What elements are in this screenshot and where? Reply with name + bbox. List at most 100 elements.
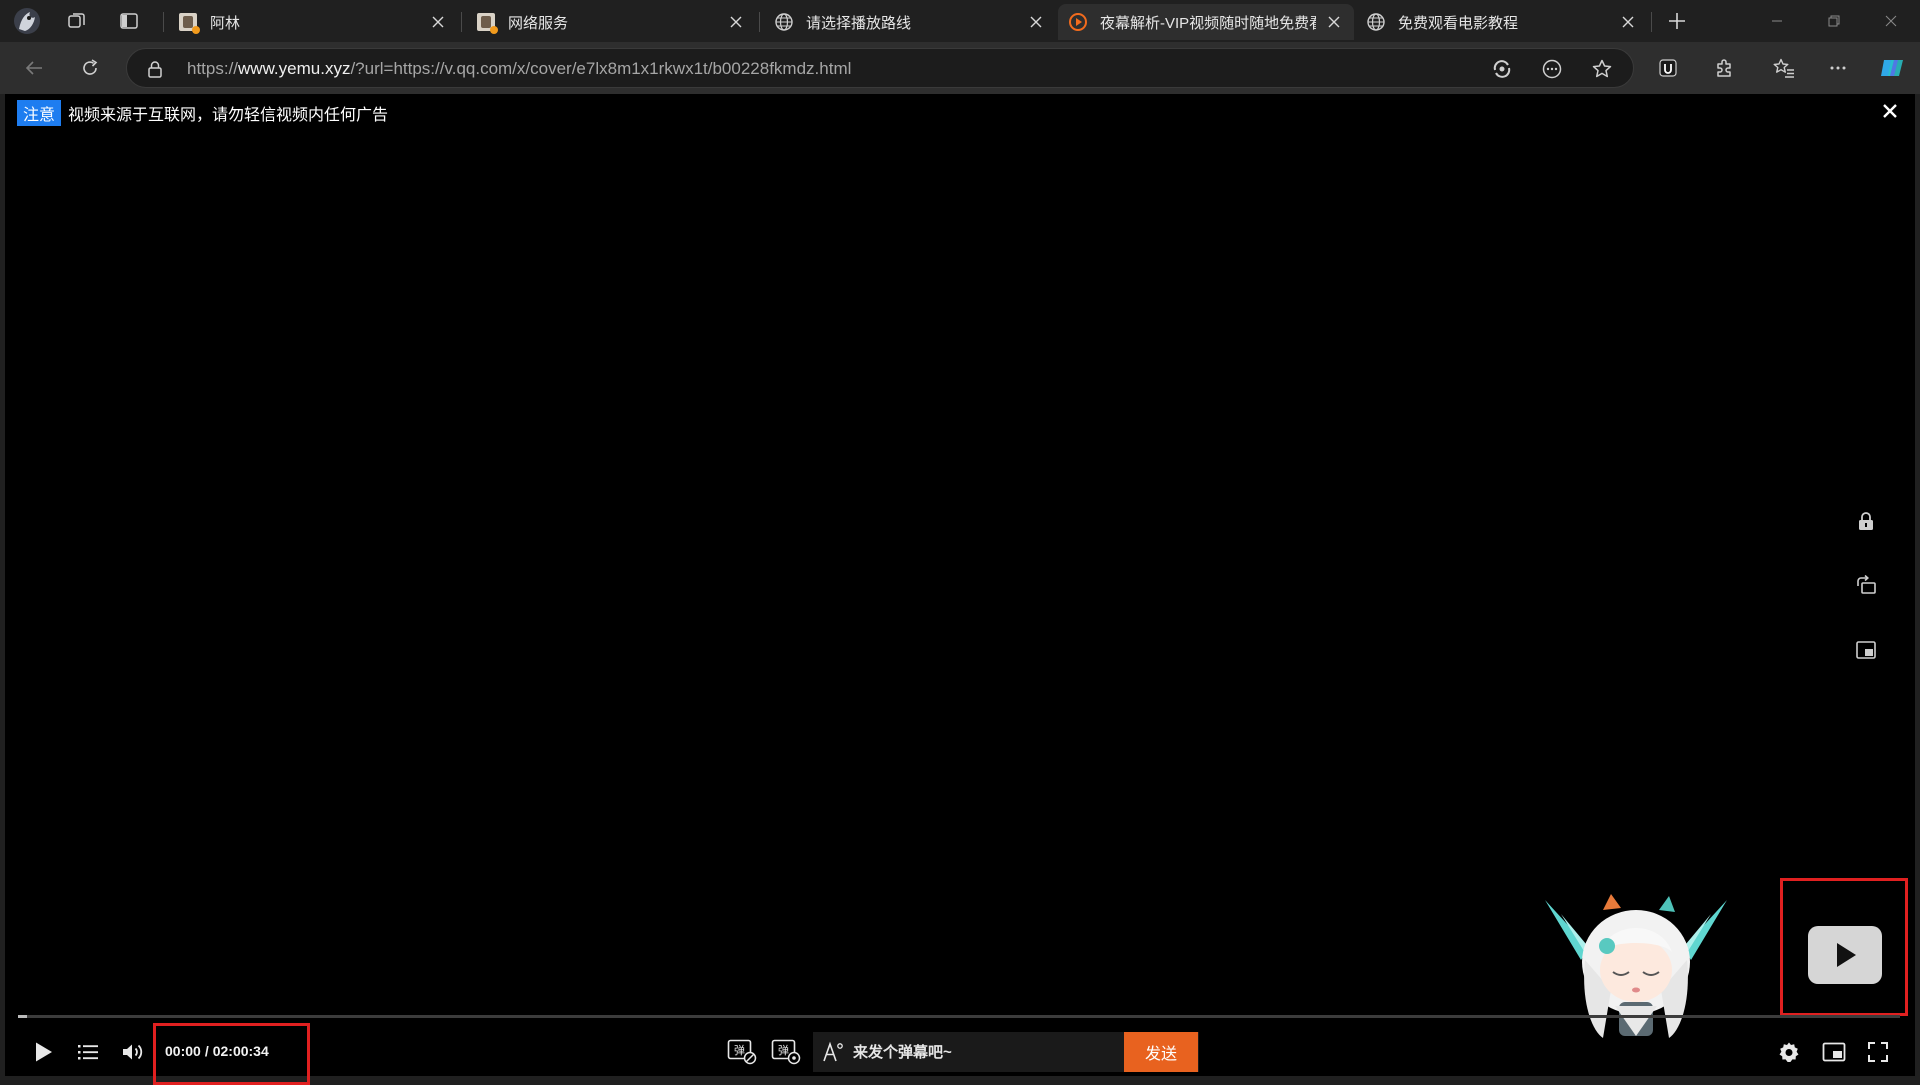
back-button[interactable] [16, 52, 52, 84]
lock-icon [1859, 512, 1873, 530]
tab-title: 请选择播放路线 [806, 14, 912, 32]
tab-free-movie-tutorial[interactable]: 免费观看电影教程 [1356, 4, 1648, 40]
seek-bar-played [18, 1015, 28, 1018]
minimize-icon [1772, 20, 1782, 22]
notice-close-button[interactable] [1879, 100, 1901, 122]
time-display: 00:00/02:00:34 [165, 1043, 269, 1059]
url-path: /?url=https://v.qq.com/x/cover/e7lx8m1x1… [350, 59, 852, 78]
tab-separator [759, 12, 760, 32]
extension-u-button[interactable] [1650, 52, 1686, 84]
close-icon [1885, 15, 1897, 27]
rotate-icon [1857, 575, 1876, 594]
picture-in-picture-icon [1856, 641, 1876, 659]
tab-yemu-active[interactable]: 夜幕解析-VIP视频随时随地免费看 [1058, 4, 1354, 40]
new-tab-button[interactable] [1660, 6, 1694, 36]
tab-strip: 阿林 网络服务 请选择播放路线 夜幕解析-VIP视频随时随地免费看 免费观看电影… [0, 0, 1920, 42]
font-style-icon[interactable] [813, 1041, 853, 1063]
danmaku-settings-icon: 弹 [771, 1039, 801, 1065]
tab-network-service[interactable]: 网络服务 [466, 4, 756, 40]
back-arrow-icon [25, 61, 42, 75]
close-icon[interactable] [1324, 12, 1344, 32]
ad-warning-notice: 注意 视频来源于互联网，请勿轻信视频内任何广告 [17, 100, 388, 126]
tab-separator [163, 12, 164, 32]
extensions-button[interactable] [1706, 52, 1742, 84]
vertical-tabs-icon [120, 13, 138, 29]
favorites-button[interactable] [1766, 52, 1802, 84]
tab-separator [1651, 12, 1652, 32]
close-icon [1883, 104, 1897, 118]
copilot-button[interactable] [1874, 52, 1910, 84]
profile-avatar-icon [14, 8, 40, 34]
svg-text:弹: 弹 [778, 1043, 789, 1057]
tab-title: 免费观看电影教程 [1398, 14, 1519, 32]
puzzle-icon [1717, 59, 1731, 77]
danmaku-toggle-button[interactable]: 弹 [725, 1037, 759, 1067]
gear-icon [1779, 1042, 1799, 1062]
play-icon [1837, 943, 1856, 967]
reading-options-icon[interactable] [1538, 55, 1566, 83]
settings-button[interactable] [1774, 1037, 1804, 1067]
url-scheme: https:// [187, 59, 239, 78]
picture-in-picture-icon [1822, 1042, 1846, 1062]
minimize-button[interactable] [1748, 0, 1806, 42]
workspaces-button[interactable] [60, 6, 94, 36]
tab-alin[interactable]: 阿林 [168, 4, 458, 40]
list-icon [78, 1045, 98, 1060]
lock-icon[interactable] [141, 55, 169, 83]
time-separator: / [204, 1043, 209, 1059]
restore-icon [1828, 15, 1840, 27]
tab-title: 夜幕解析-VIP视频随时随地免费看 [1100, 14, 1316, 32]
profile-image-icon [178, 12, 200, 34]
danmaku-off-icon: 弹 [727, 1039, 757, 1065]
plus-icon [1669, 13, 1685, 29]
more-menu-button[interactable] [1820, 52, 1856, 84]
copilot-icon [1881, 60, 1903, 76]
address-toolbar: https://www.yemu.xyz/?url=https://v.qq.c… [0, 42, 1920, 94]
url-host: www.yemu.xyz [238, 59, 351, 78]
close-icon[interactable] [428, 12, 448, 32]
tab-title: 阿林 [210, 14, 241, 32]
volume-icon [123, 1044, 143, 1060]
danmaku-settings-button[interactable]: 弹 [769, 1037, 803, 1067]
favorites-list-icon [1773, 58, 1794, 78]
workspaces-icon [68, 13, 85, 28]
close-icon[interactable] [1618, 12, 1638, 32]
globe-icon [774, 12, 794, 32]
profile-image-icon [476, 12, 498, 34]
notice-tag: 注意 [17, 100, 62, 126]
volume-button[interactable] [118, 1037, 148, 1067]
playlist-button[interactable] [73, 1037, 103, 1067]
more-dots-icon [1830, 66, 1846, 70]
profile-avatar-button[interactable] [10, 6, 44, 36]
globe-icon [1366, 12, 1386, 32]
player-controls: 00:00/02:00:34 弹 弹 发送 [5, 1023, 1915, 1085]
browser-essentials-icon[interactable] [1488, 55, 1516, 83]
url-text[interactable]: https://www.yemu.xyz/?url=https://v.qq.c… [187, 59, 851, 79]
close-icon[interactable] [1026, 12, 1046, 32]
lock-screen-button[interactable] [1853, 508, 1879, 534]
window-close-button[interactable] [1862, 0, 1920, 42]
picture-in-picture-button[interactable] [1853, 637, 1879, 663]
svg-text:弹: 弹 [734, 1043, 745, 1057]
tab-select-route[interactable]: 请选择播放路线 [764, 4, 1056, 40]
seek-bar[interactable] [18, 1015, 1900, 1018]
fullscreen-button[interactable] [1863, 1037, 1893, 1067]
notice-text: 视频来源于互联网，请勿轻信视频内任何广告 [68, 107, 389, 124]
browser-window: 阿林 网络服务 请选择播放路线 夜幕解析-VIP视频随时随地免费看 免费观看电影… [0, 0, 1920, 1085]
tab-title: 网络服务 [508, 14, 569, 32]
favorite-star-icon[interactable] [1588, 55, 1616, 83]
send-danmaku-button[interactable]: 发送 [1124, 1032, 1198, 1072]
fullscreen-icon [1868, 1042, 1888, 1062]
vertical-tabs-button[interactable] [112, 6, 146, 36]
play-button[interactable] [29, 1037, 59, 1067]
address-bar[interactable]: https://www.yemu.xyz/?url=https://v.qq.c… [126, 48, 1634, 88]
rotate-screen-button[interactable] [1853, 572, 1879, 598]
big-play-button[interactable] [1808, 926, 1882, 984]
highlight-box-play [1780, 878, 1908, 1016]
web-fullscreen-button[interactable] [1819, 1037, 1849, 1067]
close-icon[interactable] [726, 12, 746, 32]
restore-button[interactable] [1805, 0, 1863, 42]
video-player[interactable]: 注意 视频来源于互联网，请勿轻信视频内任何广告 00:00 / 02:00:34… [5, 94, 1915, 1085]
duration: 02:00:34 [212, 1043, 269, 1059]
reload-button[interactable] [72, 52, 108, 84]
